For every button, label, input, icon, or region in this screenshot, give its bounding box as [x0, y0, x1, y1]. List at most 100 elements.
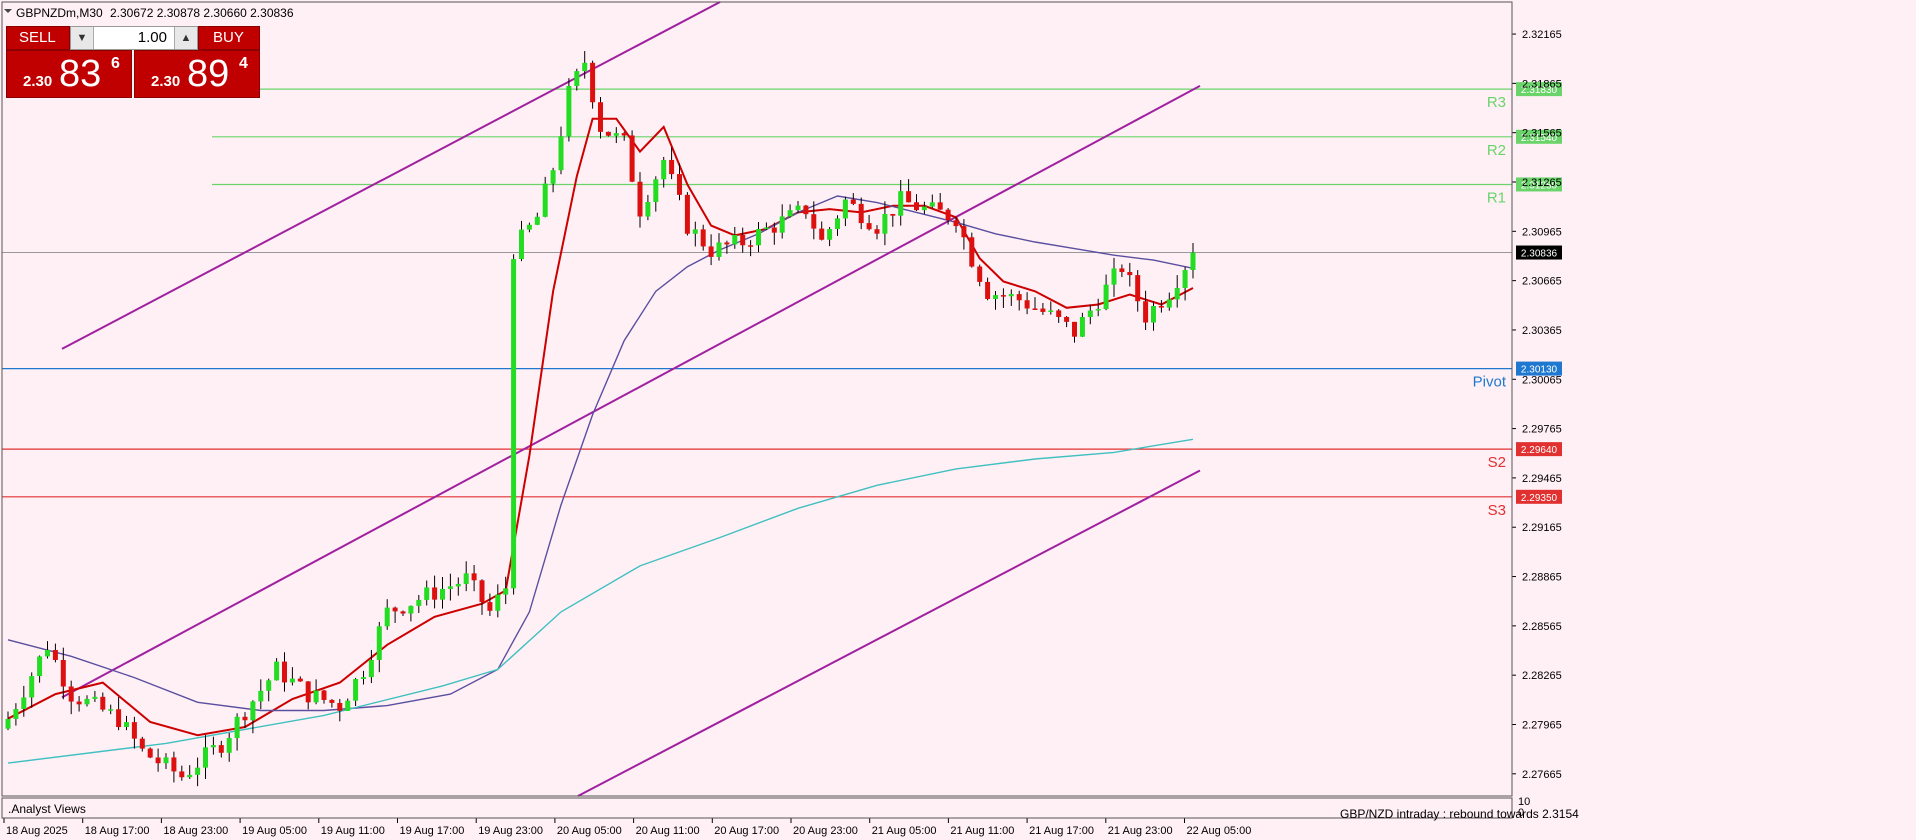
candle-body [819, 228, 825, 240]
lot-increase-icon[interactable]: ▲ [174, 27, 197, 49]
candle-body [179, 771, 185, 778]
candle-body [234, 716, 240, 739]
buy-price-pips: 89 [187, 53, 230, 95]
candle-body [906, 191, 912, 203]
indicator-scale-bottom: 0 [1518, 807, 1524, 819]
candle-body [558, 136, 564, 171]
candle-body [621, 133, 627, 136]
candle-body [929, 202, 935, 207]
candle-body [677, 174, 682, 195]
candle-body [914, 202, 919, 211]
candle-body [684, 194, 690, 234]
candle-body [479, 580, 485, 603]
candle-body [392, 607, 398, 612]
level-price-label-s2: 2.29640 [1521, 445, 1558, 456]
buy-price-quote[interactable]: 2.30 89 4 [134, 50, 260, 98]
candle-body [21, 697, 27, 709]
candle-body [297, 678, 303, 682]
candle-body [503, 588, 509, 595]
candle-body [274, 661, 280, 681]
sell-price-prefix: 2.30 [23, 73, 53, 90]
time-tick-label: 19 Aug 11:00 [321, 825, 385, 837]
candle-body [376, 626, 382, 660]
candle-body [289, 678, 295, 683]
candle-body [1119, 268, 1125, 273]
candle-body [842, 199, 848, 219]
chart-background [0, 0, 1916, 840]
candle-body [937, 202, 943, 210]
sell-button[interactable]: SELL [6, 26, 70, 50]
candle-body [526, 224, 532, 230]
price-tick-label: 2.29765 [1522, 424, 1562, 436]
time-tick-label: 21 Aug 11:00 [950, 825, 1014, 837]
candle-body [1111, 268, 1117, 285]
candle-body [171, 757, 177, 772]
candle-body [534, 216, 540, 225]
candle-body [1024, 300, 1030, 309]
buy-price-fraction: 4 [239, 55, 248, 72]
candle-body [700, 229, 706, 247]
candle-body [582, 62, 588, 72]
candle-body [1095, 309, 1101, 311]
price-tick-label: 2.31265 [1522, 177, 1562, 189]
candle-body [463, 573, 469, 584]
time-tick-label: 19 Aug 17:00 [400, 825, 465, 837]
candle-body [29, 676, 35, 698]
candle-body [716, 242, 722, 257]
current-price-label: 2.30836 [1521, 249, 1558, 260]
time-tick-label: 19 Aug 05:00 [242, 825, 307, 837]
candle-body [985, 281, 991, 299]
candle-body [1040, 308, 1046, 312]
candle-body [724, 242, 730, 245]
indicator-window [1, 797, 1513, 819]
candle-body [763, 227, 769, 230]
candle-body [1016, 294, 1022, 301]
candle-body [1056, 310, 1062, 317]
candle-body [882, 213, 888, 234]
time-tick-label: 21 Aug 05:00 [872, 825, 937, 837]
lot-size-value[interactable]: 1.00 [138, 29, 167, 46]
candle-body [645, 201, 651, 217]
price-tick-label: 2.27965 [1522, 719, 1562, 731]
chart-symbol-timeframe: GBPNZDm,M30 [16, 6, 103, 20]
candle-body [669, 159, 675, 175]
candle-body [432, 587, 438, 600]
candle-body [653, 179, 659, 202]
candle-body [495, 594, 501, 611]
price-tick-label: 2.28565 [1522, 621, 1562, 633]
candle-body [131, 722, 137, 739]
price-tick-label: 2.31565 [1522, 128, 1562, 140]
candle-body [1190, 252, 1196, 270]
candle-body [605, 131, 611, 136]
sell-price-fraction: 6 [111, 55, 120, 72]
candle-body [637, 181, 643, 217]
candle-body [345, 700, 351, 711]
candle-body [187, 774, 193, 778]
candle-body [827, 229, 833, 240]
candle-body [740, 234, 746, 246]
candle-body [408, 605, 414, 614]
candle-body [787, 210, 793, 217]
candle-body [566, 86, 572, 137]
candle-body [124, 722, 129, 728]
candle-body [756, 228, 761, 246]
candle-body [1127, 272, 1133, 276]
lot-size-input[interactable]: ▼ 1.00 ▲ [70, 26, 198, 50]
candle-body [921, 206, 927, 211]
sell-price-pips: 83 [59, 53, 102, 95]
candle-body [519, 229, 524, 260]
price-tick-label: 2.31865 [1522, 78, 1562, 90]
level-name-s2: S2 [1488, 454, 1506, 471]
candle-body [487, 602, 493, 611]
chart-ohlc: 2.30672 2.30878 2.30660 2.30836 [110, 6, 294, 20]
buy-button[interactable]: BUY [198, 26, 260, 50]
candle-body [1182, 269, 1188, 288]
candle-body [1087, 310, 1093, 318]
sell-price-quote[interactable]: 2.30 83 6 [6, 50, 132, 98]
candle-body [708, 246, 714, 257]
candle-body [598, 102, 603, 132]
candle-body [440, 588, 445, 600]
candle-body [84, 698, 90, 705]
lot-decrease-icon[interactable]: ▼ [71, 27, 94, 49]
price-tick-label: 2.30365 [1522, 325, 1562, 337]
